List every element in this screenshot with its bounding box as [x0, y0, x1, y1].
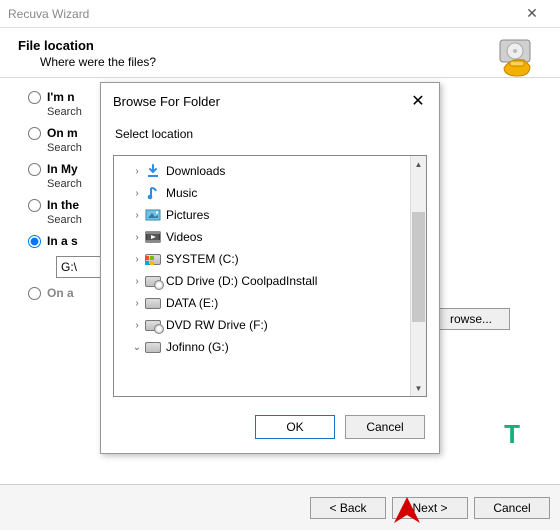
tree-item[interactable]: › CD Drive (D:) CoolpadInstall — [116, 270, 424, 292]
scroll-thumb[interactable] — [412, 212, 425, 322]
videos-icon — [144, 229, 162, 245]
tree-item-label: DATA (E:) — [162, 296, 218, 310]
tree-item-label: DVD RW Drive (F:) — [162, 318, 268, 332]
tree-item-label: CD Drive (D:) CoolpadInstall — [162, 274, 317, 288]
dialog-close-icon[interactable]: ✕ — [407, 91, 429, 111]
dialog-titlebar: Browse For Folder ✕ — [101, 83, 439, 115]
folder-tree: › Downloads › Music › Pictures › Videos › SYSTEM … — [113, 155, 427, 397]
tree-item-label: Music — [162, 186, 197, 200]
tree-item[interactable]: › Downloads — [116, 160, 424, 182]
expand-icon[interactable]: › — [130, 166, 144, 177]
tree-item-label: Pictures — [162, 208, 209, 222]
tree-item-label: Jofinno (G:) — [162, 340, 229, 354]
ok-button[interactable]: OK — [255, 415, 335, 439]
dialog-footer: OK Cancel — [101, 405, 439, 453]
browse-folder-dialog: Browse For Folder ✕ Select location › Dow… — [100, 82, 440, 454]
expand-icon[interactable]: › — [130, 232, 144, 243]
scrollbar[interactable]: ▲ ▼ — [410, 156, 426, 396]
drive-icon — [144, 298, 162, 309]
drive-win-icon — [144, 254, 162, 265]
music-icon — [144, 185, 162, 201]
expand-icon[interactable]: › — [130, 254, 144, 265]
tree-item[interactable]: › Music — [116, 182, 424, 204]
dialog-subtitle: Select location — [101, 115, 439, 149]
tree-item[interactable]: › DVD RW Drive (F:) — [116, 314, 424, 336]
tree-item[interactable]: › Pictures — [116, 204, 424, 226]
expand-icon[interactable]: › — [130, 210, 144, 221]
expand-icon[interactable]: › — [130, 276, 144, 287]
tree-item-label: SYSTEM (C:) — [162, 252, 239, 266]
tree-item[interactable]: ⌄ Jofinno (G:) — [116, 336, 424, 358]
scroll-up-icon[interactable]: ▲ — [411, 156, 426, 172]
folder-tree-list[interactable]: › Downloads › Music › Pictures › Videos › SYSTEM … — [114, 156, 426, 396]
dialog-title: Browse For Folder — [113, 94, 220, 109]
pictures-icon — [144, 207, 162, 223]
expand-icon[interactable]: › — [130, 320, 144, 331]
dialog-cancel-button[interactable]: Cancel — [345, 415, 425, 439]
tree-item[interactable]: › SYSTEM (C:) — [116, 248, 424, 270]
drive-icon — [144, 342, 162, 353]
drive-cd-icon — [144, 320, 162, 331]
download-icon — [144, 163, 162, 179]
drive-cd-icon — [144, 276, 162, 287]
expand-icon[interactable]: › — [130, 298, 144, 309]
scroll-down-icon[interactable]: ▼ — [411, 380, 426, 396]
tree-item-label: Downloads — [162, 164, 225, 178]
tree-item[interactable]: › DATA (E:) — [116, 292, 424, 314]
tree-item[interactable]: › Videos — [116, 226, 424, 248]
tree-item-label: Videos — [162, 230, 202, 244]
expand-icon[interactable]: › — [130, 188, 144, 199]
expand-icon[interactable]: ⌄ — [130, 342, 144, 353]
